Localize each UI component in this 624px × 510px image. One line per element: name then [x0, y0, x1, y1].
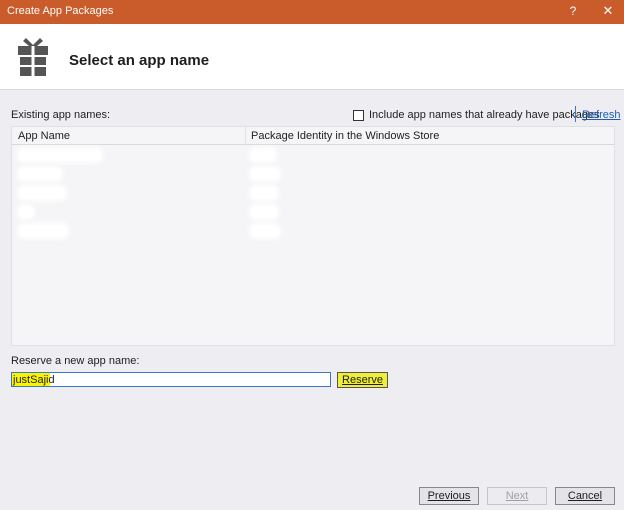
obscured-package-identity [252, 150, 274, 160]
refresh-link[interactable]: Refresh [582, 109, 621, 121]
window-title: Create App Packages [7, 5, 114, 17]
app-name-input[interactable] [11, 372, 331, 387]
obscured-package-identity [252, 169, 278, 179]
previous-button-label: Previous [427, 490, 471, 502]
obscured-app-name [20, 207, 32, 217]
obscured-package-identity [252, 188, 276, 198]
include-packaged-label: Include app names that already have pack… [369, 109, 600, 121]
wizard-header: Select an app name [0, 24, 624, 90]
obscured-app-name [20, 169, 60, 179]
reserve-button-label: Reserve [342, 374, 383, 386]
app-names-list[interactable]: App Name Package Identity in the Windows… [11, 126, 615, 346]
gift-icon [18, 38, 48, 76]
obscured-package-identity [252, 207, 276, 217]
list-item[interactable] [12, 184, 614, 203]
cancel-button[interactable]: Cancel [555, 487, 615, 505]
checkbox-box[interactable] [353, 109, 364, 121]
existing-app-names-label: Existing app names: [11, 109, 111, 121]
page-title: Select an app name [69, 52, 210, 69]
cancel-button-label: Cancel [567, 490, 603, 502]
next-button[interactable]: Next [487, 487, 547, 505]
list-item[interactable] [12, 146, 614, 165]
next-button-label: Next [505, 490, 529, 502]
title-bar: Create App Packages ? ✕ [0, 0, 624, 24]
reserve-name-label: Reserve a new app name: [11, 355, 140, 367]
column-separator[interactable] [245, 127, 246, 145]
previous-button[interactable]: Previous [419, 487, 479, 505]
reserve-button[interactable]: Reserve [337, 372, 388, 388]
column-header-app-name[interactable]: App Name [18, 130, 70, 142]
column-header-package-identity[interactable]: Package Identity in the Windows Store [251, 130, 439, 142]
obscured-app-name [20, 188, 64, 198]
app-name-input-value[interactable]: justSajid [13, 374, 55, 386]
list-rows [12, 146, 614, 241]
list-item[interactable] [12, 222, 614, 241]
toolbar-divider [575, 106, 576, 122]
obscured-app-name [20, 150, 100, 160]
obscured-package-identity [252, 226, 278, 236]
list-header: App Name Package Identity in the Windows… [12, 127, 614, 145]
help-button[interactable]: ? [566, 4, 580, 18]
include-packaged-checkbox[interactable]: Include app names that already have pack… [353, 108, 600, 122]
close-button[interactable]: ✕ [600, 3, 616, 19]
list-item[interactable] [12, 165, 614, 184]
obscured-app-name [20, 226, 66, 236]
list-item[interactable] [12, 203, 614, 222]
